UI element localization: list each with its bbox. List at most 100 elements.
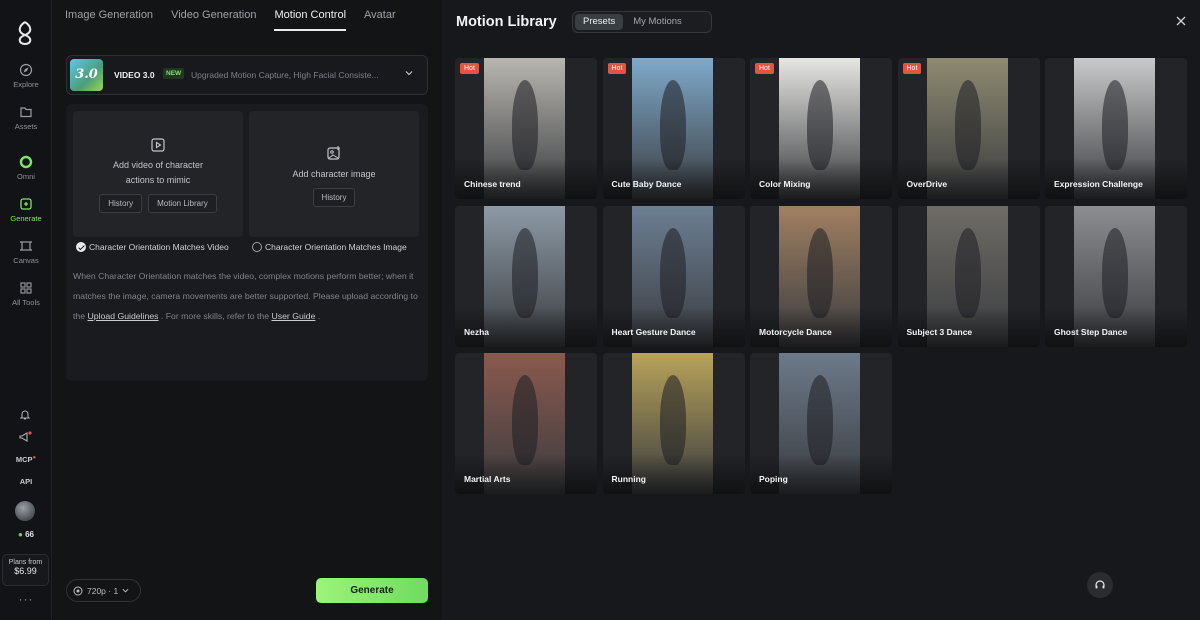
tab-video-generation[interactable]: Video Generation: [171, 9, 256, 31]
resolution-selector[interactable]: 720p · 1: [66, 579, 141, 602]
figure-silhouette: [512, 80, 538, 170]
motion-tile[interactable]: Ghost Step Dance: [1045, 205, 1187, 347]
motion-name: Nezha: [464, 326, 490, 337]
support-button[interactable]: [1087, 572, 1113, 598]
motion-tile[interactable]: Motorcycle Dance: [750, 205, 892, 347]
motion-tile[interactable]: Hot OverDrive: [897, 58, 1040, 199]
plans-price: $6.99: [14, 566, 37, 576]
segment-my-motions[interactable]: My Motions: [625, 14, 690, 30]
model-name: VIDEO 3.0: [114, 70, 155, 80]
tab-avatar[interactable]: Avatar: [364, 9, 396, 31]
motion-name: Motorcycle Dance: [759, 326, 832, 337]
generation-tabs: Image Generation Video Generation Motion…: [65, 9, 414, 31]
motion-name: Chinese trend: [464, 179, 521, 189]
megaphone-icon[interactable]: [18, 431, 32, 443]
motion-tile[interactable]: Heart Gesture Dance: [602, 205, 745, 347]
motion-name: Heart Gesture Dance: [611, 326, 696, 337]
motion-tile[interactable]: Hot Chinese trend: [455, 58, 597, 199]
plans-label: Plans from: [8, 559, 43, 566]
image-history-button[interactable]: History: [312, 188, 356, 207]
image-upload-icon: [327, 146, 340, 160]
motion-tile[interactable]: Hot Cute Baby Dance: [602, 58, 745, 199]
upload-guidelines-link[interactable]: Upload Guidelines: [88, 311, 159, 321]
figure-silhouette: [1102, 227, 1128, 318]
library-segment: Presets My Motions: [572, 11, 712, 33]
motion-name: Poping: [759, 474, 788, 484]
motion-tile[interactable]: Expression Challenge: [1045, 58, 1187, 199]
model-badge: 3.0: [70, 59, 103, 91]
chevron-down-icon: [405, 71, 413, 76]
motion-tile[interactable]: Subject 3 Dance: [897, 205, 1040, 347]
headset-icon: [1095, 580, 1105, 589]
motion-tile[interactable]: Martial Arts: [455, 353, 597, 494]
user-guide-link[interactable]: User Guide: [271, 311, 315, 321]
motion-name: Martial Arts: [464, 474, 511, 484]
rail-label-omni: Omni: [17, 172, 35, 181]
orientation-image-option[interactable]: Character Orientation Matches Image: [252, 242, 407, 252]
motion-name: Color Mixing: [759, 179, 811, 189]
tab-image-generation[interactable]: Image Generation: [65, 9, 153, 31]
motion-name: Ghost Step Dance: [1054, 326, 1128, 337]
orientation-video-option[interactable]: Character Orientation Matches Video: [76, 242, 229, 252]
hot-badge: Hot: [755, 63, 774, 74]
rail-label-all-tools: All Tools: [12, 298, 40, 307]
api-link[interactable]: API: [0, 477, 52, 486]
add-image-slot[interactable]: Add character image History: [249, 111, 419, 237]
motion-name: OverDrive: [906, 179, 948, 189]
motion-name: Cute Baby Dance: [611, 179, 682, 189]
mcp-link[interactable]: MCP●: [0, 455, 52, 464]
motion-name: Subject 3 Dance: [906, 326, 973, 337]
figure-silhouette: [659, 375, 686, 465]
grid-icon: [20, 282, 32, 294]
plans-button[interactable]: Plans from $6.99: [2, 554, 49, 586]
rail-item-canvas[interactable]: Canvas: [0, 239, 52, 265]
generate-icon: [20, 198, 32, 210]
tab-motion-control[interactable]: Motion Control: [274, 9, 347, 31]
avatar[interactable]: [15, 501, 35, 521]
motion-library-button[interactable]: Motion Library: [148, 194, 217, 213]
video-upload-icon: [151, 138, 165, 152]
app-window: Explore Assets Omni Generate Canvas All …: [0, 0, 1200, 620]
rail-item-all-tools[interactable]: All Tools: [0, 281, 52, 307]
hot-badge: Hot: [607, 63, 627, 74]
generate-button[interactable]: Generate: [316, 578, 428, 603]
close-icon[interactable]: [1176, 16, 1186, 26]
figure-silhouette: [954, 80, 981, 170]
motion-tile[interactable]: Running: [602, 353, 745, 494]
figure-silhouette: [954, 227, 981, 318]
hint-text-3: .: [315, 310, 321, 321]
canvas-icon: [20, 241, 32, 251]
chevron-down-icon: [122, 588, 129, 593]
radio-checked-icon: [76, 242, 86, 252]
video-history-button[interactable]: History: [99, 194, 143, 213]
motion-tile[interactable]: Poping: [750, 353, 892, 494]
left-rail: Explore Assets Omni Generate Canvas All …: [0, 0, 52, 620]
figure-silhouette: [807, 375, 833, 465]
credits-counter[interactable]: ● 66: [0, 530, 52, 539]
rail-label-assets: Assets: [14, 122, 38, 131]
rail-item-generate[interactable]: Generate: [0, 197, 52, 223]
resolution-value: 720p · 1: [87, 585, 119, 596]
logo-icon[interactable]: [12, 20, 38, 46]
orientation-hint: When Character Orientation matches the v…: [73, 267, 418, 326]
add-video-label-2: actions to mimic: [125, 175, 191, 185]
model-description: Upgraded Motion Capture, High Facial Con…: [191, 70, 379, 80]
more-menu-button[interactable]: ···: [0, 592, 52, 606]
hint-text-2: . For more skills, refer to the: [158, 310, 272, 321]
figure-silhouette: [659, 227, 686, 318]
motion-tile[interactable]: Nezha: [455, 205, 597, 347]
rail-item-omni[interactable]: Omni: [0, 155, 52, 181]
figure-silhouette: [512, 227, 538, 318]
folder-icon: [20, 107, 32, 118]
figure-silhouette: [512, 375, 538, 465]
segment-presets[interactable]: Presets: [575, 14, 624, 30]
motion-control-panel: Image Generation Video Generation Motion…: [52, 0, 442, 620]
model-selector[interactable]: 3.0 VIDEO 3.0 NEW Upgraded Motion Captur…: [66, 55, 428, 95]
rail-item-explore[interactable]: Explore: [0, 63, 52, 89]
bell-icon[interactable]: [19, 409, 31, 421]
motion-tile[interactable]: Hot Color Mixing: [750, 58, 892, 199]
rail-item-assets[interactable]: Assets: [0, 105, 52, 131]
add-video-slot[interactable]: Add video of character actions to mimic …: [73, 111, 243, 237]
new-tag: NEW: [163, 68, 185, 79]
add-video-label-1: Add video of character: [112, 160, 204, 170]
